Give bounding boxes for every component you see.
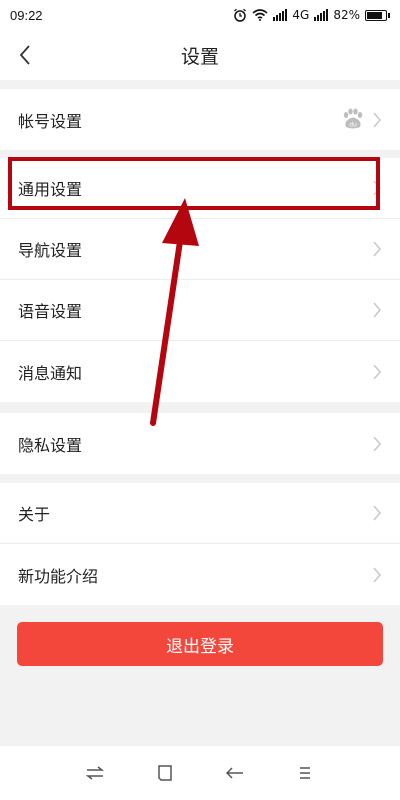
chevron-right-icon [373,567,381,582]
square-icon [158,765,172,781]
chevron-right-icon [373,364,381,379]
status-icons: 4G 82% [233,8,390,22]
settings-item-label: 语音设置 [18,302,83,321]
switch-apps-button[interactable] [80,758,110,788]
back-button[interactable] [14,43,36,67]
baidu-paw-icon: du [343,108,363,129]
settings-item-navigation[interactable]: 导航设置 [0,219,400,280]
settings-item-label: 新功能介绍 [18,566,99,586]
menu-icon [300,767,310,779]
swap-icon [86,766,104,780]
system-nav-bar [0,746,400,800]
settings-item-voice[interactable]: 语音设置 [0,280,400,341]
settings-item-label: 隐私设置 [18,435,83,455]
settings-item-privacy[interactable]: 隐私设置 [0,413,400,474]
chevron-right-icon [373,436,381,451]
signal-icon [273,9,288,21]
settings-item-label: 关于 [18,505,51,524]
nav-bar: 设置 [0,30,400,80]
settings-group-privacy: 隐私设置 [0,413,400,474]
settings-item-label: 消息通知 [18,363,83,383]
battery-percent: 82% [333,8,360,22]
settings-item-about[interactable]: 关于 [0,483,400,544]
home-button[interactable] [150,758,180,788]
svg-text:du: du [349,122,357,129]
wifi-icon [252,9,268,21]
menu-button[interactable] [290,758,320,788]
status-time: 09:22 [10,7,43,23]
settings-group-about: 关于 新功能介绍 [0,483,400,605]
settings-item-whats-new[interactable]: 新功能介绍 [0,544,400,605]
network-type: 4G [292,8,310,22]
settings-item-label: 通用设置 [18,180,83,199]
battery-icon [365,9,390,21]
chevron-right-icon [373,241,381,257]
chevron-left-icon [19,45,30,65]
settings-group-account: 帐号设置 du [0,89,400,150]
settings-item-label: 导航设置 [18,241,83,260]
back-nav-button[interactable] [220,758,250,788]
status-bar: 09:22 4G 82% [0,0,400,30]
settings-item-general[interactable]: 通用设置 [0,158,400,219]
chevron-right-icon [373,302,381,318]
page-title: 设置 [180,45,219,68]
back-arrow-icon [226,767,243,779]
settings-item-label: 帐号设置 [18,111,83,131]
settings-group-general: 通用设置 导航设置 语音设置 消息通知 [0,158,400,402]
settings-item-account[interactable]: 帐号设置 du [0,89,400,150]
chevron-right-icon [373,180,381,196]
chevron-right-icon [373,505,381,521]
alarm-icon [234,8,247,22]
logout-button[interactable]: 退出登录 [17,622,383,666]
settings-item-notifications[interactable]: 消息通知 [0,341,400,402]
signal-icon-2 [314,9,329,21]
chevron-right-icon [373,112,381,127]
